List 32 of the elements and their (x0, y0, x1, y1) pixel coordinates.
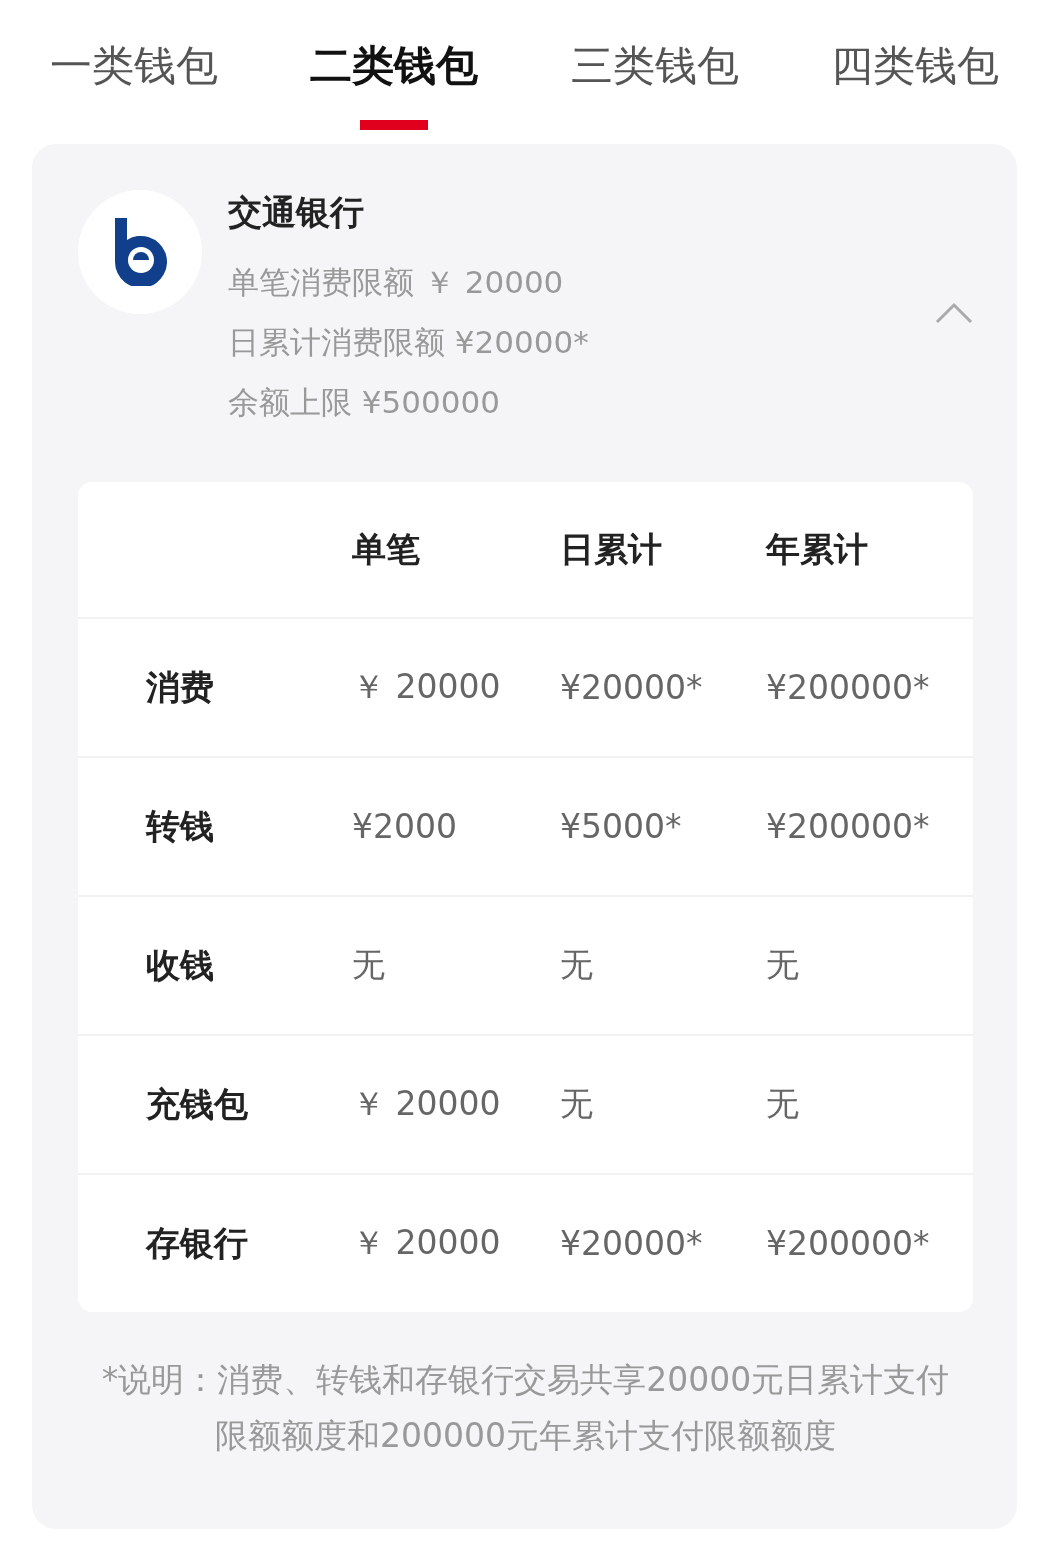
limit-text: 单笔消费限额 ￥ 20000 (228, 263, 565, 302)
table-cell-text: ¥200000* (766, 807, 931, 846)
table-cell-text: ￥ 20000 (352, 666, 502, 708)
limit-text: 日累计消费限额 ¥20000* (228, 323, 589, 362)
column-header: 日累计 (560, 527, 663, 571)
limit-text: 余额上限 ¥500000 (228, 383, 501, 422)
table-cell-text: 无 (560, 944, 594, 986)
table-cell-text: ¥2000 (352, 807, 458, 846)
row-label: 消费 (145, 665, 215, 709)
table-cell-text: 无 (352, 944, 386, 986)
wallet-tab[interactable]: 一类钱包 (50, 38, 218, 130)
table-cell-text: 无 (766, 1083, 800, 1125)
table-cell-text: ￥ 20000 (352, 1222, 502, 1264)
row-label: 存银行 (144, 1221, 249, 1265)
column-header: 单笔 (352, 527, 421, 571)
table-cell-text: ¥200000* (766, 668, 931, 707)
table-cell-text: ￥ 20000 (352, 1083, 502, 1125)
row-label: 转钱 (144, 804, 215, 848)
table-cell-text: ¥5000* (560, 807, 683, 846)
row-label: 充钱包 (145, 1082, 249, 1126)
wallet-tab[interactable]: 二类钱包 (310, 38, 479, 130)
table-cell-text: ¥200000* (766, 1224, 931, 1263)
wallet-tab[interactable]: 四类钱包 (831, 38, 999, 130)
table-cell-text: ¥20000* (560, 1224, 704, 1263)
note-text: *说明：消费、转钱和存银行交易共享20000元日累计支付限额额度和200000元年累计支付限额额度 (100, 1359, 951, 1457)
wallet-tab[interactable]: 三类钱包 (570, 38, 739, 130)
table-cell-text: 无 (766, 944, 800, 986)
bank-name: 交通银行 (228, 191, 365, 234)
table-cell-text: 无 (560, 1083, 594, 1125)
column-header: 年累计 (766, 527, 869, 571)
row-label: 收钱 (145, 943, 215, 987)
table-cell-text: ¥20000* (560, 668, 704, 707)
